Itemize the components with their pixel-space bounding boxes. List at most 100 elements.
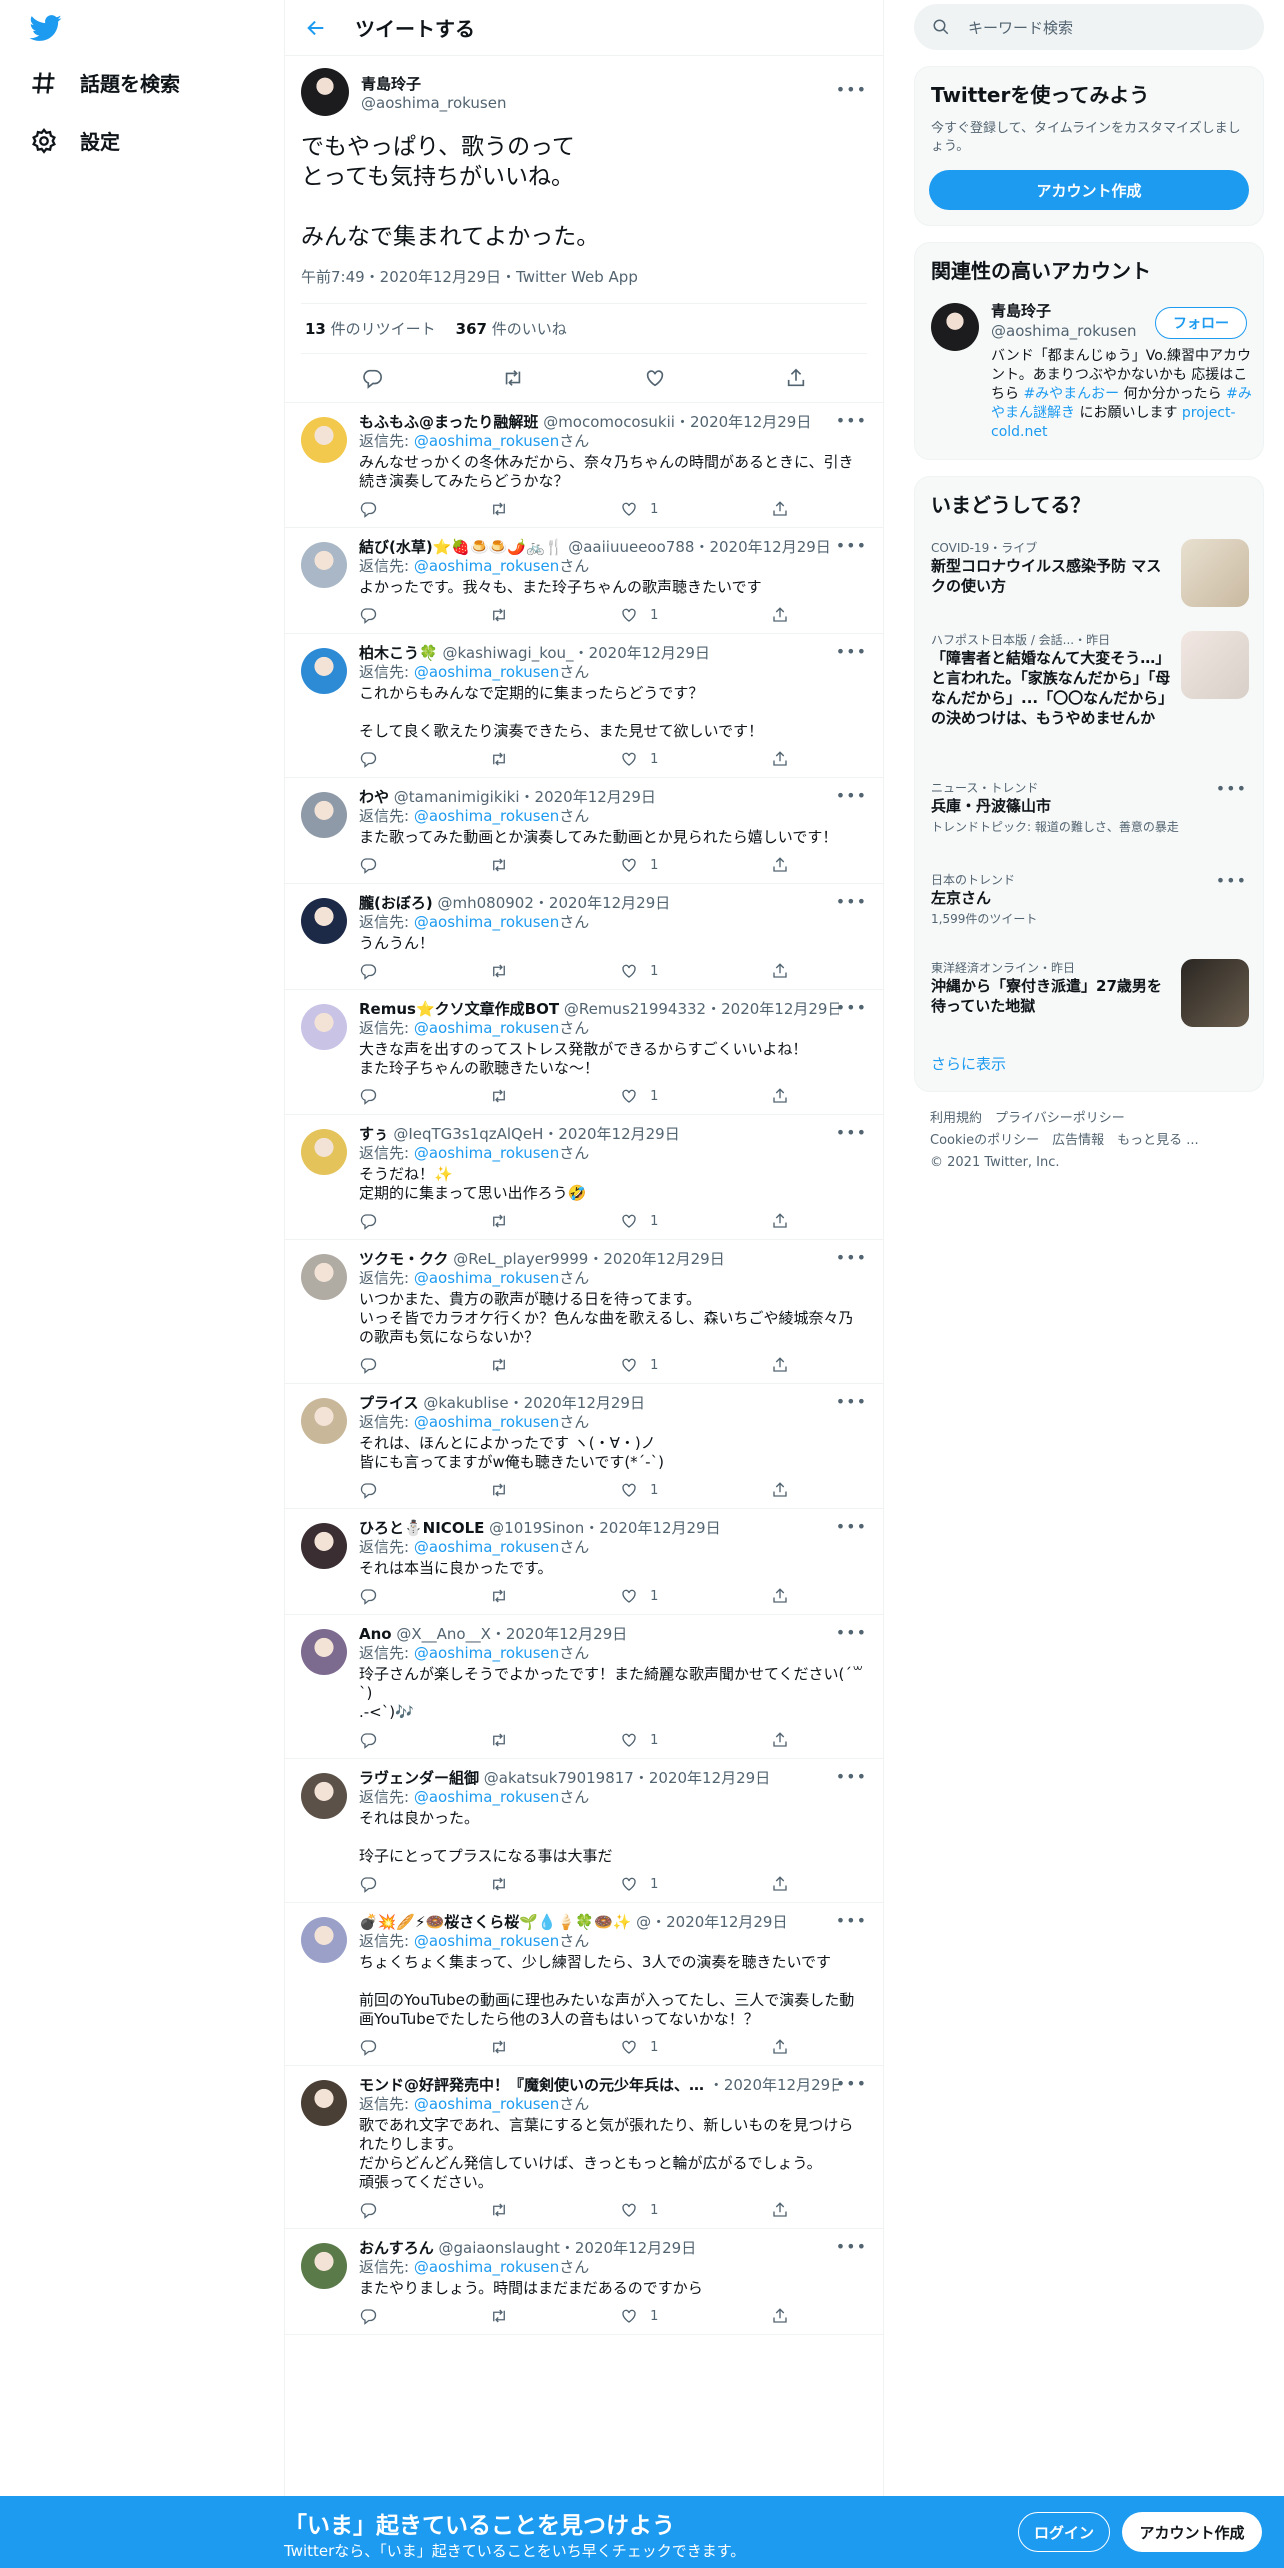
like-icon[interactable] xyxy=(620,1481,638,1499)
reply-tweet[interactable]: わや @tamanimigikiki・2020年12月29日 返信先: @aosh… xyxy=(285,778,883,884)
show-more-link[interactable]: さらに表示 xyxy=(931,1053,1006,1074)
reply-icon[interactable] xyxy=(359,2201,377,2219)
reply-icon[interactable] xyxy=(359,1481,377,1499)
reply-icon[interactable] xyxy=(359,1087,377,1105)
reply-date[interactable]: 2020年12月29日 xyxy=(558,1125,679,1143)
more-icon[interactable]: ••• xyxy=(836,1392,867,1411)
reply-date[interactable]: 2020年12月29日 xyxy=(721,1000,839,1018)
more-icon[interactable]: ••• xyxy=(836,892,867,911)
reply-author-handle[interactable]: @Remus21994332 xyxy=(564,1000,706,1018)
retweet-icon[interactable] xyxy=(490,856,508,874)
reply-date[interactable]: 2020年12月29日 xyxy=(549,894,670,912)
avatar[interactable] xyxy=(301,1917,347,1963)
reply-tweet[interactable]: もふもふ@まったり融解班 @mocomocosukii・2020年12月29日返… xyxy=(285,403,883,528)
more-icon[interactable]: ••• xyxy=(836,411,867,430)
nav-explore[interactable]: 話題を検索 xyxy=(30,68,180,97)
avatar[interactable] xyxy=(301,417,347,463)
share-icon[interactable] xyxy=(771,1356,789,1374)
avatar[interactable] xyxy=(301,1523,347,1569)
like-icon[interactable] xyxy=(620,1875,638,1893)
avatar[interactable] xyxy=(301,648,347,694)
reply-date[interactable]: 2020年12月29日 xyxy=(599,1519,720,1537)
more-icon[interactable]: ••• xyxy=(836,998,867,1017)
more-icon[interactable]: ••• xyxy=(836,1911,867,1930)
share-icon[interactable] xyxy=(771,606,789,624)
reply-date[interactable]: 2020年12月29日 xyxy=(690,413,811,431)
more-icon[interactable]: ••• xyxy=(836,1248,867,1267)
like-icon[interactable] xyxy=(644,367,666,389)
retweet-icon[interactable] xyxy=(490,500,508,518)
avatar[interactable] xyxy=(301,1773,347,1819)
avatar[interactable] xyxy=(301,68,349,116)
reply-to-handle[interactable]: @aoshima_rokusen xyxy=(414,557,559,575)
reply-to-handle[interactable]: @aoshima_rokusen xyxy=(414,1932,559,1950)
reply-date[interactable]: 2020年12月29日 xyxy=(506,1625,627,1643)
reply-tweet[interactable]: Remus⭐クソ文章作成BOT @Remus21994332・2020年12月2… xyxy=(285,990,883,1115)
reply-author-name[interactable]: ラヴェンダー組御 xyxy=(359,1769,479,1787)
like-icon[interactable] xyxy=(620,500,638,518)
reply-author-handle[interactable]: @kashiwagi_kou_ xyxy=(442,644,573,662)
search-input[interactable]: キーワード検索 xyxy=(914,4,1264,50)
retweet-icon[interactable] xyxy=(490,2201,508,2219)
reply-author-handle[interactable]: @ xyxy=(636,1913,651,1931)
reply-author-name[interactable]: おんすろん xyxy=(359,2239,434,2257)
share-icon[interactable] xyxy=(771,1875,789,1893)
reply-author-handle[interactable]: @IeqTG3s1qzAlQeH xyxy=(393,1125,543,1143)
reply-author-handle[interactable]: @1019Sinon xyxy=(489,1519,584,1537)
avatar[interactable] xyxy=(301,1629,347,1675)
like-icon[interactable] xyxy=(620,856,638,874)
trend-item[interactable]: ハフポスト日本版 / 会話...・昨日 「障害者と結婚なんて大変そう…」と言われ… xyxy=(931,631,1171,728)
share-icon[interactable] xyxy=(771,962,789,980)
like-icon[interactable] xyxy=(620,1587,638,1605)
reply-tweet[interactable]: プライス @kakublise・2020年12月29日 返信先: @aoshima… xyxy=(285,1384,883,1509)
reply-author-name[interactable]: わや xyxy=(359,788,389,806)
retweet-icon[interactable] xyxy=(502,367,524,389)
reply-author-handle[interactable]: @akatsuk79019817 xyxy=(484,1769,634,1787)
more-icon[interactable]: ••• xyxy=(836,2074,867,2093)
retweet-icon[interactable] xyxy=(490,1875,508,1893)
share-icon[interactable] xyxy=(771,2307,789,2325)
reply-icon[interactable] xyxy=(361,367,383,389)
reply-date[interactable]: 2020年12月29日 xyxy=(589,644,710,662)
share-icon[interactable] xyxy=(771,856,789,874)
avatar[interactable] xyxy=(301,1129,347,1175)
share-icon[interactable] xyxy=(771,500,789,518)
reply-to-handle[interactable]: @aoshima_rokusen xyxy=(414,432,559,450)
reply-to-handle[interactable]: @aoshima_rokusen xyxy=(414,2258,559,2276)
reply-to-handle[interactable]: @aoshima_rokusen xyxy=(414,807,559,825)
like-icon[interactable] xyxy=(620,1212,638,1230)
more-icon[interactable]: ••• xyxy=(836,2237,867,2256)
reply-icon[interactable] xyxy=(359,1356,377,1374)
share-icon[interactable] xyxy=(785,367,807,389)
retweet-count[interactable]: 13 件のリツイート xyxy=(305,318,436,339)
like-icon[interactable] xyxy=(620,750,638,768)
reply-tweet[interactable]: 💣💥🥖⚡🍩桜さくら桜🌱💧🍦🍀🍩✨ @・2020年12月29日 返信先: @aosh… xyxy=(285,1903,883,2066)
reply-icon[interactable] xyxy=(359,2038,377,2056)
reply-to-handle[interactable]: @aoshima_rokusen xyxy=(414,1788,559,1806)
reply-to-handle[interactable]: @aoshima_rokusen xyxy=(414,663,559,681)
retweet-icon[interactable] xyxy=(490,1212,508,1230)
retweet-icon[interactable] xyxy=(490,2307,508,2325)
share-icon[interactable] xyxy=(771,1087,789,1105)
reply-icon[interactable] xyxy=(359,1587,377,1605)
reply-icon[interactable] xyxy=(359,500,377,518)
reply-tweet[interactable]: Ano @X__Ano__X・2020年12月29日 返信先: @aoshima_… xyxy=(285,1615,883,1759)
reply-icon[interactable] xyxy=(359,856,377,874)
like-icon[interactable] xyxy=(620,1087,638,1105)
reply-author-name[interactable]: ツクモ・クク xyxy=(359,1250,448,1268)
reply-date[interactable]: 2020年12月29日 xyxy=(524,1394,645,1412)
retweet-icon[interactable] xyxy=(490,2038,508,2056)
reply-date[interactable]: 2020年12月29日 xyxy=(709,538,830,556)
author-handle[interactable]: @aoshima_rokusen xyxy=(361,94,506,112)
retweet-icon[interactable] xyxy=(490,1356,508,1374)
reply-date[interactable]: 2020年12月29日 xyxy=(649,1769,770,1787)
twitter-logo-icon[interactable] xyxy=(28,12,64,44)
reply-tweet[interactable]: すぅ @IeqTG3s1qzAlQeH・2020年12月29日 返信先: @aos… xyxy=(285,1115,883,1240)
reply-author-name[interactable]: Remus⭐クソ文章作成BOT xyxy=(359,1000,559,1018)
more-icon[interactable]: ••• xyxy=(836,536,867,555)
signup-button[interactable]: アカウント作成 xyxy=(1122,2512,1262,2552)
trend-item[interactable]: 東洋経済オンライン・昨日 沖縄から「寮付き派遣」27歳男を待っていた地獄 xyxy=(931,959,1171,1016)
reply-tweet[interactable]: 柏木こう🍀 @kashiwagi_kou_・2020年12月29日 返信先: @a… xyxy=(285,634,883,778)
share-icon[interactable] xyxy=(771,1212,789,1230)
share-icon[interactable] xyxy=(771,2201,789,2219)
